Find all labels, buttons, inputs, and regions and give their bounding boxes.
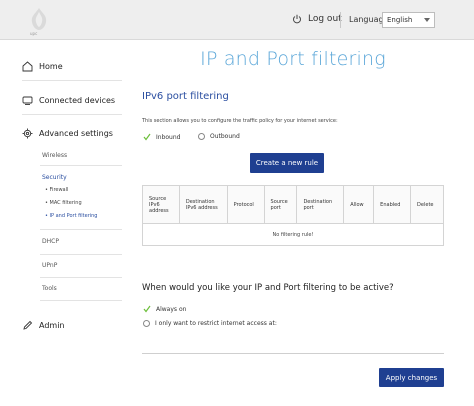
sidebar-item-mac-filtering[interactable]: • MAC filtering xyxy=(45,200,82,206)
top-bar: upc Log out Language English xyxy=(0,0,474,40)
sidebar-item-wireless[interactable]: Wireless xyxy=(42,152,67,159)
home-icon xyxy=(22,61,33,72)
section-description: This section allows you to configure the… xyxy=(142,118,338,124)
rules-table: Source IPv6 address Destination IPv6 add… xyxy=(142,185,444,246)
sidebar-divider xyxy=(40,229,122,230)
sidebar-divider xyxy=(22,114,122,115)
table-row: No filtering rule! xyxy=(142,223,444,246)
sidebar-item-admin[interactable]: Admin xyxy=(22,320,65,331)
power-icon xyxy=(293,14,301,24)
content-divider xyxy=(142,353,444,354)
sidebar-divider xyxy=(40,300,122,301)
inbound-label: Inbound xyxy=(156,133,181,141)
sidebar-item-label: Advanced settings xyxy=(39,129,113,138)
restrict-access-label: I only want to restrict internet access … xyxy=(155,320,277,327)
sidebar-item-connected-devices[interactable]: Connected devices xyxy=(22,95,115,106)
column-header: Enabled xyxy=(373,185,412,224)
sidebar-divider xyxy=(22,80,122,81)
column-header: Source IPv6 address xyxy=(142,185,180,224)
language-value: English xyxy=(387,16,413,24)
always-on-label: Always on xyxy=(156,305,187,313)
radio-circle-icon xyxy=(143,320,150,327)
table-header-row: Source IPv6 address Destination IPv6 add… xyxy=(142,185,444,224)
column-header: Destination IPv6 address xyxy=(178,185,228,224)
radio-circle-icon xyxy=(198,133,205,140)
column-header: Protocol xyxy=(226,185,265,224)
column-header: Delete xyxy=(410,185,444,224)
sidebar-item-advanced-settings[interactable]: Advanced settings xyxy=(22,128,113,139)
column-header: Allow xyxy=(343,185,375,224)
inbound-radio[interactable]: Inbound xyxy=(143,133,180,141)
sidebar-item-dhcp[interactable]: DHCP xyxy=(42,238,59,245)
empty-table-message: No filtering rule! xyxy=(142,223,444,246)
outbound-label: Outbound xyxy=(210,133,240,140)
sidebar-item-label: Connected devices xyxy=(39,96,116,105)
language-select[interactable]: English xyxy=(382,12,435,28)
gear-icon xyxy=(22,128,33,139)
sidebar-item-security[interactable]: Security xyxy=(42,174,67,181)
apply-changes-button[interactable]: Apply changes xyxy=(379,368,444,387)
sidebar-divider xyxy=(40,254,122,255)
logo-text: upc xyxy=(30,31,38,36)
outbound-radio[interactable]: Outbound xyxy=(198,133,240,140)
schedule-question: When would you like your IP and Port fil… xyxy=(142,283,394,293)
sidebar-item-upnp[interactable]: UPnP xyxy=(42,262,57,269)
devices-icon xyxy=(22,96,33,105)
page-title: IP and Port filtering xyxy=(200,48,386,70)
sidebar-divider xyxy=(40,277,122,278)
sidebar-item-firewall[interactable]: • Firewall xyxy=(45,187,68,193)
checkmark-icon xyxy=(143,133,151,141)
sidebar-item-label: Admin xyxy=(39,321,65,330)
pencil-icon xyxy=(23,320,33,330)
sidebar-item-home[interactable]: Home xyxy=(22,61,63,72)
section-title: IPv6 port filtering xyxy=(142,91,229,102)
sidebar-item-tools[interactable]: Tools xyxy=(42,285,57,292)
header-separator xyxy=(340,12,341,28)
chevron-down-icon xyxy=(424,18,430,22)
restrict-access-radio[interactable]: I only want to restrict internet access … xyxy=(143,320,277,327)
always-on-radio[interactable]: Always on xyxy=(143,305,186,313)
logout-label: Log out xyxy=(308,14,342,24)
sidebar-item-ip-port-filtering[interactable]: • IP and Port filtering xyxy=(45,213,97,219)
create-rule-button[interactable]: Create a new rule xyxy=(250,153,324,173)
sidebar-divider xyxy=(40,165,122,166)
column-header: Source port xyxy=(263,185,298,224)
sidebar-item-label: Home xyxy=(39,62,63,71)
logout-button[interactable]: Log out xyxy=(292,14,342,24)
checkmark-icon xyxy=(143,305,151,313)
column-header: Destination port xyxy=(296,185,345,224)
